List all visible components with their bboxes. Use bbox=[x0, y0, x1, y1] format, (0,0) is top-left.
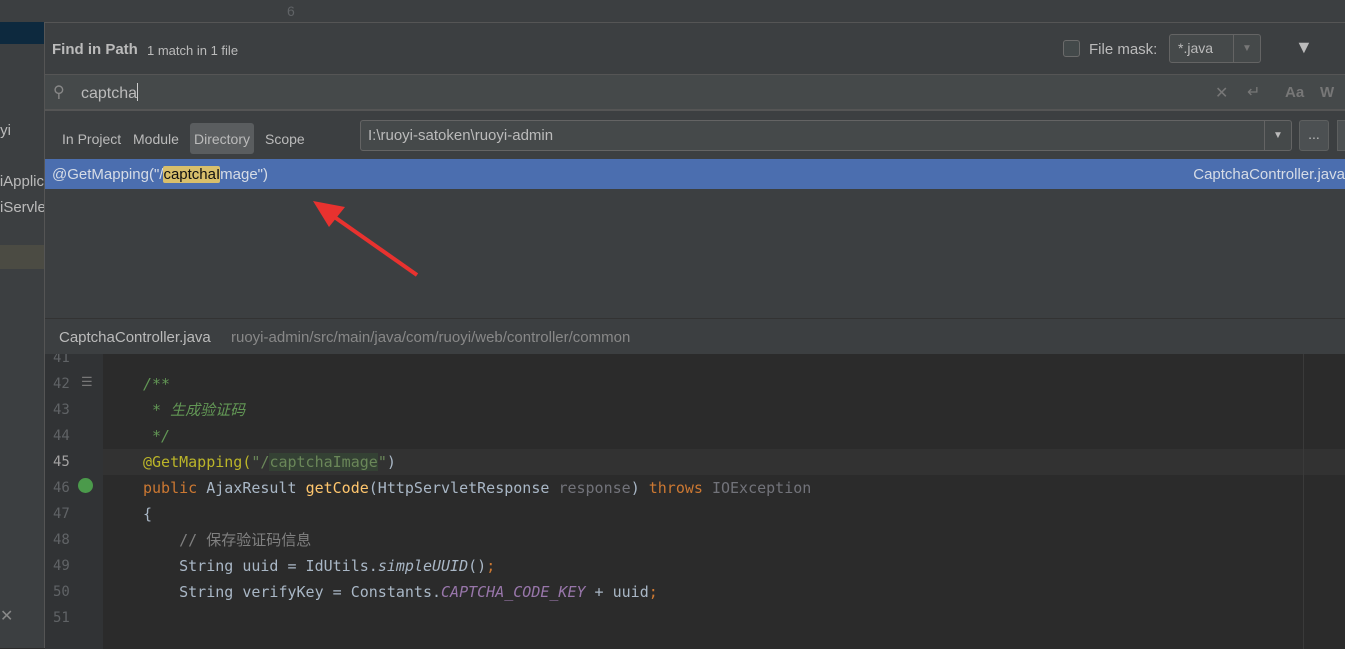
line-number: 41 bbox=[53, 354, 70, 366]
background-editor-tabs: 6 bbox=[0, 0, 1345, 22]
dialog-header: Find in Path 1 match in 1 file File mask… bbox=[45, 23, 1345, 74]
new-line-icon[interactable]: ↵ bbox=[1247, 82, 1260, 102]
line-number: 43 bbox=[53, 402, 70, 418]
directory-select[interactable]: I:\ruoyi-satoken\ruoyi-admin ▼ bbox=[360, 120, 1292, 151]
browse-button[interactable]: ... bbox=[1299, 120, 1329, 151]
preview-header: CaptchaController.java ruoyi-admin/src/m… bbox=[45, 318, 1345, 354]
result-file: CaptchaController.java bbox=[1193, 166, 1345, 183]
code-line: /** bbox=[143, 375, 171, 393]
search-bar: ⚲ captcha ✕ ↵ Aa W bbox=[45, 74, 1345, 111]
code-line: { bbox=[143, 505, 153, 523]
background-line-number: 6 bbox=[287, 3, 295, 19]
dialog-title: Find in Path bbox=[52, 41, 138, 58]
code-line: String verifyKey = Constants.CAPTCHA_COD… bbox=[143, 583, 658, 601]
selected-tree-row bbox=[0, 22, 44, 44]
chevron-down-icon[interactable]: ▼ bbox=[1233, 35, 1260, 62]
match-case-toggle[interactable]: Aa bbox=[1285, 84, 1304, 101]
file-mask-select[interactable]: *.java ▼ bbox=[1169, 34, 1261, 63]
scope-tab-module[interactable]: Module bbox=[133, 131, 179, 147]
file-mask-value: *.java bbox=[1178, 40, 1214, 56]
find-in-path-dialog: Find in Path 1 match in 1 file File mask… bbox=[44, 22, 1345, 649]
scope-tab-directory[interactable]: Directory bbox=[190, 123, 255, 154]
line-number: 47 bbox=[53, 506, 70, 522]
line-number: 49 bbox=[53, 558, 70, 574]
search-input[interactable]: captcha bbox=[81, 83, 138, 103]
words-toggle[interactable]: W bbox=[1320, 84, 1334, 101]
code-line: */ bbox=[143, 427, 171, 445]
filter-icon[interactable]: ▼ bbox=[1295, 37, 1313, 58]
clear-icon[interactable]: ✕ bbox=[1215, 83, 1228, 103]
code-line: // 保存验证码信息 bbox=[143, 531, 312, 549]
line-number: 50 bbox=[53, 584, 70, 600]
tree-item[interactable]: iServle bbox=[0, 199, 44, 216]
line-number: 48 bbox=[53, 532, 70, 548]
background-project-panel: yi iApplic iServle ✕ bbox=[0, 0, 44, 648]
tree-item[interactable]: yi bbox=[0, 122, 44, 139]
result-text: @GetMapping("/captchaImage") bbox=[52, 166, 268, 183]
code-line: @GetMapping("/captchaImage") bbox=[143, 453, 396, 471]
match-count: 1 match in 1 file bbox=[147, 43, 239, 58]
code-line: String uuid = IdUtils.simpleUUID(); bbox=[143, 557, 496, 575]
close-icon[interactable]: ✕ bbox=[0, 606, 13, 626]
doc-comment-icon[interactable]: ☰ bbox=[81, 374, 93, 390]
line-number: 51 bbox=[53, 610, 70, 626]
line-number: 42 bbox=[53, 376, 70, 392]
preview-file-name: CaptchaController.java bbox=[59, 329, 211, 346]
tree-item-selected[interactable] bbox=[0, 245, 44, 269]
match-highlight: captchaI bbox=[163, 166, 221, 183]
line-number: 44 bbox=[53, 428, 70, 444]
directory-value: I:\ruoyi-satoken\ruoyi-admin bbox=[368, 127, 554, 144]
scope-tab-scope[interactable]: Scope bbox=[265, 131, 305, 147]
chevron-down-icon[interactable]: ▼ bbox=[1264, 121, 1291, 150]
file-mask-checkbox[interactable] bbox=[1063, 40, 1080, 57]
annotation-arrow bbox=[313, 201, 419, 277]
search-icon[interactable]: ⚲ bbox=[53, 82, 65, 102]
code-line: * 生成验证码 bbox=[143, 401, 246, 419]
scope-tab-in-project[interactable]: In Project bbox=[62, 131, 121, 147]
line-number: 45 bbox=[53, 454, 70, 470]
tree-item[interactable]: iApplic bbox=[0, 173, 44, 190]
pin-button[interactable] bbox=[1337, 120, 1345, 151]
result-row[interactable]: @GetMapping("/captchaImage") CaptchaCont… bbox=[45, 159, 1345, 189]
code-preview[interactable]: 41 42 43 44 45 46 47 48 49 50 51 ☰ /** *… bbox=[45, 354, 1345, 649]
preview-file-path: ruoyi-admin/src/main/java/com/ruoyi/web/… bbox=[231, 329, 631, 346]
file-mask-label: File mask: bbox=[1089, 41, 1158, 58]
right-margin bbox=[1303, 354, 1304, 649]
endpoint-icon[interactable] bbox=[78, 478, 93, 493]
code-line: public AjaxResult getCode(HttpServletRes… bbox=[143, 479, 812, 497]
line-number: 46 bbox=[53, 480, 70, 496]
